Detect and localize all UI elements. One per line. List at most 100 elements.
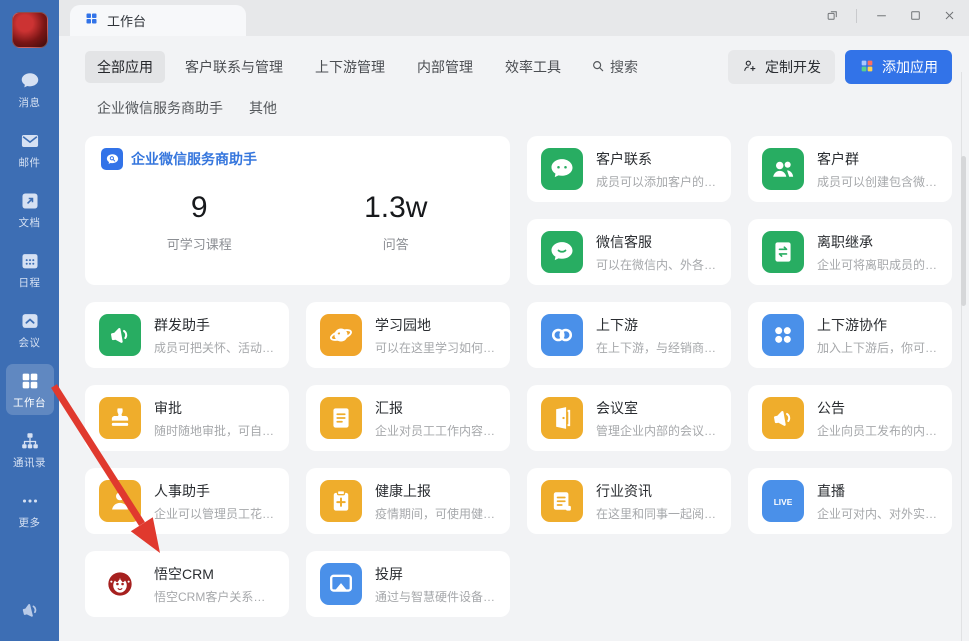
app-description: 通过与智慧硬件设备的... [375,588,496,605]
app-card-text: 客户联系成员可以添加客户的微... [596,149,717,190]
chat-smile-icon [541,231,583,273]
filter-内部管理[interactable]: 内部管理 [405,51,485,83]
app-name: 直播 [817,481,938,501]
app-description: 成员可以创建包含微信... [817,173,938,190]
live-icon: LIVE [762,480,804,522]
tab-label: 工作台 [107,11,146,30]
sidebar-item-更多[interactable]: 更多 [6,484,54,535]
app-card-text: 客户群成员可以创建包含微信... [817,149,938,190]
customize-dev-button[interactable]: 定制开发 [728,50,835,84]
megaphone-icon [762,397,804,439]
app-card-学习园地[interactable]: 学习园地可以在这里学习如何做... [306,302,510,368]
featured-card-service-helper[interactable]: 企业微信服务商助手 9 可学习课程 1.3w 问答 [85,136,510,285]
float-window-icon[interactable] [818,3,846,29]
header-actions: 定制开发 添加应用 [728,50,952,84]
dots-grid-icon [762,314,804,356]
app-card-客户联系[interactable]: 客户联系成员可以添加客户的微... [527,136,731,202]
svg-text:LIVE: LIVE [774,497,793,507]
message-icon [19,70,41,92]
monkey-logo-icon [99,563,141,605]
user-avatar[interactable] [12,12,48,48]
filter-客户联系与管理[interactable]: 客户联系与管理 [173,51,295,83]
app-card-人事助手[interactable]: 人事助手企业可以管理员工花名... [85,468,289,534]
app-description: 企业可对内、对外实时... [817,505,938,522]
add-app-button[interactable]: 添加应用 [845,50,952,84]
maximize-icon[interactable] [901,3,929,29]
sidebar-item-日程[interactable]: 日程 [6,244,54,295]
filter-上下游管理[interactable]: 上下游管理 [303,51,397,83]
app-card-客户群[interactable]: 客户群成员可以创建包含微信... [748,136,952,202]
customize-dev-icon [742,58,758,77]
sidebar-item-邮件[interactable]: 邮件 [6,124,54,175]
tab-workbench[interactable]: 工作台 [70,5,246,36]
app-card-汇报[interactable]: 汇报企业对员工工作内容及... [306,385,510,451]
stat-qa: 1.3w 问答 [298,191,495,253]
app-card-微信客服[interactable]: 微信客服可以在微信内、外各个... [527,219,731,285]
cast-screen-icon [320,563,362,605]
app-card-群发助手[interactable]: 群发助手成员可把关怀、活动等... [85,302,289,368]
sidebar-item-label: 消息 [19,95,41,110]
app-name: 会议室 [596,398,717,418]
app-name: 健康上报 [375,481,496,501]
filter-企业微信服务商助手[interactable]: 企业微信服务商助手 [97,93,223,123]
grid-icon [84,11,99,31]
customize-dev-label: 定制开发 [765,57,821,77]
search-icon [591,59,605,76]
contacts-icon [19,430,41,452]
stat-courses: 9 可学习课程 [101,191,298,253]
doc-transfer-icon [762,231,804,273]
app-name: 客户群 [817,149,938,169]
app-description: 成员可把关怀、活动等... [154,339,275,356]
more-dots-icon [19,490,41,512]
stat-courses-label: 可学习课程 [101,234,298,253]
news-doc-icon [541,480,583,522]
sidebar-item-label: 会议 [19,335,41,350]
sidebar-item-会议[interactable]: 会议 [6,304,54,355]
app-description: 企业可将离职成员的客... [817,256,938,273]
app-card-行业资讯[interactable]: 行业资讯在这里和同事一起阅读... [527,468,731,534]
minimize-icon[interactable] [867,3,895,29]
app-card-text: 公告企业向员工发布的内部... [817,398,938,439]
app-card-公告[interactable]: 公告企业向员工发布的内部... [748,385,952,451]
app-description: 悟空CRM客户关系管理... [154,588,275,605]
app-card-离职继承[interactable]: 离职继承企业可将离职成员的客... [748,219,952,285]
search-button[interactable]: 搜索 [581,51,648,83]
scrollbar-thumb[interactable] [961,156,966,306]
meeting-icon [19,310,41,332]
app-description: 企业向员工发布的内部... [817,422,938,439]
horn-icon[interactable] [18,598,42,627]
app-card-投屏[interactable]: 投屏通过与智慧硬件设备的... [306,551,510,617]
stamp-icon [99,397,141,439]
app-card-text: 健康上报疫情期间，可使用健康... [375,481,496,522]
app-card-上下游协作[interactable]: 上下游协作加入上下游后，你可以... [748,302,952,368]
app-card-直播[interactable]: LIVE 直播企业可对内、对外实时... [748,468,952,534]
filter-其他[interactable]: 其他 [249,93,277,123]
close-icon[interactable] [935,3,963,29]
app-name: 人事助手 [154,481,275,501]
chat-dots-icon [541,148,583,190]
sidebar-item-label: 文档 [19,215,41,230]
app-name: 悟空CRM [154,564,275,584]
sidebar-item-文档[interactable]: 文档 [6,184,54,235]
sidebar-nav: 消息邮件文档日程会议工作台通讯录更多 [0,64,59,544]
app-card-会议室[interactable]: 会议室管理企业内部的会议室... [527,385,731,451]
filter-全部应用[interactable]: 全部应用 [85,51,165,83]
app-card-健康上报[interactable]: 健康上报疫情期间，可使用健康... [306,468,510,534]
add-app-label: 添加应用 [882,57,938,77]
sidebar-item-工作台[interactable]: 工作台 [6,364,54,415]
app-description: 成员可以添加客户的微... [596,173,717,190]
sidebar-item-通讯录[interactable]: 通讯录 [6,424,54,475]
app-name: 客户联系 [596,149,717,169]
app-name: 审批 [154,398,275,418]
app-name: 上下游协作 [817,315,938,335]
app-card-text: 群发助手成员可把关怀、活动等... [154,315,275,356]
filter-效率工具[interactable]: 效率工具 [493,51,573,83]
apps-grid: 企业微信服务商助手 9 可学习课程 1.3w 问答 客户联系成员可以添加客户的微… [85,136,952,617]
app-card-审批[interactable]: 审批随时随地审批，可自定... [85,385,289,451]
sidebar-item-消息[interactable]: 消息 [6,64,54,115]
sidebar: 消息邮件文档日程会议工作台通讯录更多 [0,0,59,641]
app-card-悟空CRM[interactable]: 悟空CRM 悟空CRM客户关系管理... [85,551,289,617]
app-description: 疫情期间，可使用健康... [375,505,496,522]
app-card-上下游[interactable]: 上下游在上下游，与经销商、... [527,302,731,368]
app-card-text: 直播企业可对内、对外实时... [817,481,938,522]
